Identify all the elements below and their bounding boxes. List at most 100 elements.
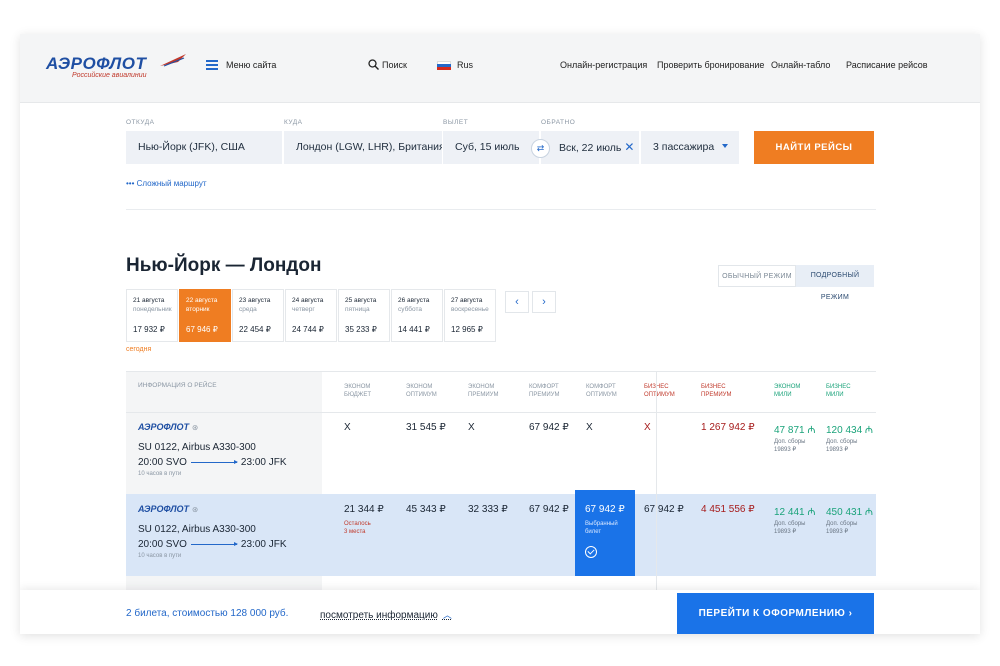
fare-cell: Х: [644, 422, 651, 433]
to-field[interactable]: Лондон (LGW, LHR), Британия: [284, 131, 442, 164]
chevron-down-icon: [722, 144, 728, 148]
fare-cell[interactable]: 47 871 ₼: [774, 422, 815, 436]
find-flights-button[interactable]: НАЙТИ РЕЙСЫ: [754, 131, 874, 164]
arrow-right-icon: [190, 459, 238, 464]
table-row[interactable]: АЭРОФЛОТ ⊛ SU 0122, Airbus A330-300 20:00…: [126, 412, 876, 492]
date-cell-selected[interactable]: 22 августа вторник 67 946 ₽: [179, 289, 231, 342]
mode-normal-tab[interactable]: ОБЫЧНЫЙ РЕЖИМ: [718, 265, 796, 287]
date-cell[interactable]: 27 августа воскресенье 12 965 ₽: [444, 289, 496, 342]
search-icon[interactable]: [368, 59, 379, 70]
date-cell[interactable]: 26 августа суббота 14 441 ₽: [391, 289, 443, 342]
date-cell[interactable]: 25 августа пятница 35 233 ₽: [338, 289, 390, 342]
departure: 20:00 SVO: [138, 539, 187, 550]
prev-dates-button[interactable]: ‹: [505, 291, 529, 313]
nav-online-checkin[interactable]: Онлайн-регистрация: [560, 60, 647, 70]
see-info-label: посмотреть информацию: [320, 610, 438, 621]
date-cell-date: 27 августа: [451, 297, 483, 304]
date-cell-day: пятница: [345, 306, 370, 313]
date-cell-price: 17 932 ₽: [133, 325, 165, 334]
fare-cell: Х: [586, 422, 593, 433]
col-comfort-premium: КОМФОРТ ПРЕМИУМ: [529, 384, 560, 398]
next-dates-button[interactable]: ›: [532, 291, 556, 313]
fare-cell[interactable]: 4 451 556 ₽: [701, 504, 755, 515]
miles-fee: Доп. сборы 19893 ₽: [774, 439, 806, 453]
arrival: 23:00 JFK: [240, 539, 287, 550]
depart-date-field[interactable]: Суб, 15 июль: [443, 131, 539, 164]
fare-cell[interactable]: 450 431 ₼: [826, 504, 873, 518]
miles-fee: Доп. сборы 19893 ₽: [774, 521, 806, 535]
date-cell-day: вторник: [186, 306, 210, 313]
fare-cell[interactable]: 31 545 ₽: [406, 422, 446, 433]
fare-cell[interactable]: 12 441 ₼: [774, 504, 815, 518]
date-cell-day: воскресенье: [451, 306, 489, 313]
date-cell-date: 21 августа: [133, 297, 165, 304]
to-label: КУДА: [284, 119, 303, 126]
proceed-label: ПЕРЕЙТИ К ОФОРМЛЕНИЮ: [698, 608, 846, 619]
fare-cell: Х: [468, 422, 475, 433]
arrival: 23:00 JFK: [240, 457, 287, 468]
col-business-premium: БИЗНЕС ПРЕМИУМ: [701, 384, 732, 398]
proceed-to-checkout-button[interactable]: ПЕРЕЙТИ К ОФОРМЛЕНИЮ ›: [677, 593, 874, 634]
fare-cell[interactable]: 32 333 ₽: [468, 504, 508, 515]
dots-icon: •••: [126, 179, 137, 188]
table-row-selected[interactable]: АЭРОФЛОТ ⊛ SU 0122, Airbus A330-300 20:00…: [126, 490, 876, 576]
selected-fare-cell[interactable]: 67 942 ₽ Выбранный билет: [575, 490, 635, 576]
site-header: АЭРОФЛОТ Российские авиалинии Меню сайта…: [20, 34, 980, 103]
language-selector[interactable]: Rus: [457, 60, 473, 70]
check-circle-icon: [585, 546, 597, 558]
clear-return-icon[interactable]: ✕: [624, 140, 634, 154]
fare-cell[interactable]: 67 942 ₽: [529, 504, 569, 515]
date-cell[interactable]: 23 августа среда 22 454 ₽: [232, 289, 284, 342]
date-cell-date: 22 августа: [186, 297, 218, 304]
date-cell-day: суббота: [398, 306, 423, 313]
see-info-link[interactable]: посмотреть информацию ︿: [320, 608, 452, 621]
fare-cell[interactable]: 67 942 ₽: [644, 504, 684, 515]
chevron-right-icon: ›: [845, 608, 853, 619]
seats-left: Осталось 3 места: [344, 521, 371, 535]
fare-cell[interactable]: 1 267 942 ₽: [701, 422, 755, 433]
return-date-field[interactable]: Вск, 22 июль ✕: [541, 131, 639, 164]
fares-table-header: ИНФОРМАЦИЯ О РЕЙСЕ ЭКОНОМ БЮДЖЕТ ЭКОНОМ …: [126, 371, 876, 413]
mode-detail-tab[interactable]: ПОДРОБНЫЙ РЕЖИМ: [796, 265, 874, 301]
fare-cell[interactable]: 45 343 ₽: [406, 504, 446, 515]
col-econom-optimum: ЭКОНОМ ОПТИМУМ: [406, 384, 437, 398]
skyteam-icon: ⊛: [192, 423, 199, 432]
date-cell-date: 26 августа: [398, 297, 430, 304]
hamburger-menu-icon[interactable]: [206, 60, 218, 70]
divider: [126, 209, 876, 210]
route-title: Нью-Йорк — Лондон: [126, 255, 322, 276]
search-link[interactable]: Поиск: [382, 60, 407, 70]
checkout-bar: 2 билета, стоимостью 128 000 руб. посмот…: [20, 590, 980, 634]
col-econom-premium: ЭКОНОМ ПРЕМИУМ: [468, 384, 499, 398]
from-field[interactable]: Нью-Йорк (JFK), США: [126, 131, 282, 164]
chevron-up-icon: ︿: [442, 610, 452, 620]
col-comfort-optimum: КОМФОРТ ОПТИМУМ: [586, 384, 617, 398]
complex-route-link[interactable]: ••• Сложный маршрут: [126, 179, 207, 188]
arrow-right-icon: [190, 541, 238, 546]
nav-online-board[interactable]: Онлайн-табло: [771, 60, 830, 70]
col-econom-budget: ЭКОНОМ БЮДЖЕТ: [344, 384, 372, 398]
airline-name: АЭРОФЛОТ: [138, 422, 190, 432]
miles-fee: Доп. сборы 19893 ₽: [826, 439, 858, 453]
flight-number: SU 0122, Airbus A330-300: [138, 524, 256, 535]
date-cell-date: 23 августа: [239, 297, 271, 304]
selected-fare-price: 67 942 ₽: [585, 504, 625, 515]
menu-link[interactable]: Меню сайта: [226, 60, 276, 70]
fare-cell[interactable]: 21 344 ₽: [344, 504, 384, 515]
aeroflot-logo[interactable]: АЭРОФЛОТ Российские авиалинии: [46, 52, 186, 86]
date-cell-price: 22 454 ₽: [239, 325, 271, 334]
return-date-value: Вск, 22 июль: [559, 142, 622, 154]
date-cell[interactable]: 24 августа четверг 24 744 ₽: [285, 289, 337, 342]
fare-cell[interactable]: 120 434 ₼: [826, 422, 873, 436]
date-cell-price: 12 965 ₽: [451, 325, 483, 334]
fare-cell: Х: [344, 422, 351, 433]
date-cell[interactable]: 21 августа понедельник 17 932 ₽: [126, 289, 178, 342]
nav-schedule[interactable]: Расписание рейсов: [846, 60, 928, 70]
russia-flag-icon: [437, 61, 451, 70]
fare-cell[interactable]: 67 942 ₽: [529, 422, 569, 433]
logo-text: АЭРОФЛОТ: [46, 54, 147, 73]
swap-dates-icon[interactable]: ⇄: [531, 139, 550, 158]
date-cell-date: 24 августа: [292, 297, 324, 304]
logo-subtitle: Российские авиалинии: [72, 72, 147, 79]
nav-check-booking[interactable]: Проверить бронирование: [657, 60, 764, 70]
